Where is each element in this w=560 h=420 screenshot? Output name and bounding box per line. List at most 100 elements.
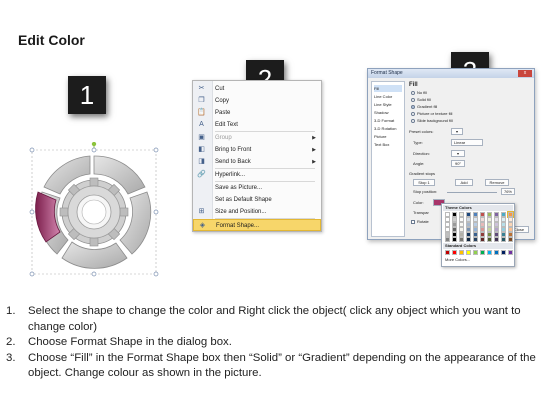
standard-color-swatch[interactable] [473, 250, 478, 255]
submenu-arrow-icon: ▶ [312, 147, 316, 153]
stop-position-input[interactable]: 76% [501, 188, 515, 195]
nav-item-line-style[interactable]: Line Style [374, 101, 402, 108]
rotate-label: Rotate [417, 219, 429, 224]
menu-item-label: Cut [215, 86, 225, 92]
menu-item-format-shape[interactable]: ◈ Format Shape... [193, 219, 321, 231]
fill-option-label: No fill [417, 90, 428, 95]
theme-color-swatch[interactable] [452, 237, 457, 242]
transparency-label: Transpar [413, 210, 429, 215]
theme-color-swatch[interactable] [487, 237, 492, 242]
menu-item-set-as-default-shape[interactable]: Set as Default Shape [193, 194, 321, 206]
direction-label: Direction: [413, 151, 430, 156]
preset-colors-label: Preset colors: [409, 129, 434, 134]
dialog-title: Format Shape [368, 69, 534, 78]
menu-item-hyperlink[interactable]: 🔗 Hyperlink... [193, 169, 321, 181]
menu-item-cut[interactable]: ✂ Cut [193, 83, 321, 95]
menu-item-label: Hyperlink... [215, 172, 246, 178]
nav-item-3-d-rotation[interactable]: 3-D Rotation [374, 125, 402, 132]
type-select[interactable]: Linear [451, 139, 483, 146]
fill-heading: Fill [409, 82, 418, 88]
standard-color-swatch[interactable] [452, 250, 457, 255]
direction-dropdown[interactable]: ▾ [451, 150, 465, 157]
menu-item-label: Copy [215, 98, 230, 104]
angle-label: Angle: [413, 161, 425, 166]
type-label: Type: [413, 140, 423, 145]
fill-option-label: Solid fill [417, 97, 431, 102]
edit-text-icon: A [199, 121, 204, 128]
more-colors-link[interactable]: More Colors... [445, 257, 470, 263]
instruction-number: 3. [6, 351, 16, 364]
add-stop-button[interactable]: Add [455, 179, 473, 186]
fill-option-radio[interactable] [411, 98, 415, 102]
theme-color-swatch[interactable] [501, 237, 506, 242]
nav-item-picture[interactable]: Picture [374, 133, 402, 140]
standard-color-swatch[interactable] [501, 250, 506, 255]
menu-item-label: Paste [215, 110, 231, 116]
menu-item-bring-to-front[interactable]: ◧ Bring to Front ▶ [193, 144, 321, 156]
step-1-badge: 1 [68, 76, 106, 114]
remove-stop-button[interactable]: Remove [485, 179, 509, 186]
theme-colors-label: Theme Colors [443, 205, 513, 211]
instruction-text: Choose Format Shape in the dialog box. [28, 336, 232, 348]
standard-color-swatch[interactable] [466, 250, 471, 255]
menu-item-label: Bring to Front [215, 147, 252, 153]
gear-cycle-shape[interactable] [24, 142, 164, 282]
standard-color-swatch[interactable] [480, 250, 485, 255]
menu-item-copy[interactable]: ❐ Copy [193, 95, 321, 107]
standard-color-swatch[interactable] [445, 250, 450, 255]
nav-item-shadow[interactable]: Shadow [374, 109, 402, 116]
nav-item-text-box[interactable]: Text Box [374, 141, 402, 148]
menu-item-label: Edit Text [215, 122, 238, 128]
theme-color-swatch[interactable] [473, 237, 478, 242]
standard-color-swatch[interactable] [487, 250, 492, 255]
menu-item-label: Save as Picture... [215, 185, 263, 191]
context-menu: ✂ Cut ❐ Copy 📋 Paste A Edit Text ▣ Group ▶ ◧ Bring t… [192, 80, 322, 232]
rotation-handle[interactable] [91, 142, 97, 147]
menu-item-label: Size and Position... [215, 209, 267, 215]
rotate-checkbox[interactable] [411, 220, 415, 224]
fill-option-radio[interactable] [411, 105, 415, 109]
hyperlink-icon: 🔗 [197, 171, 206, 178]
menu-item-send-to-back[interactable]: ◨ Send to Back ▶ [193, 156, 321, 168]
menu-item-paste[interactable]: 📋 Paste [193, 107, 321, 119]
theme-color-swatch[interactable] [459, 237, 464, 242]
color-label: Color: [413, 200, 424, 205]
standard-color-swatch[interactable] [508, 250, 513, 255]
fill-option-radio[interactable] [411, 91, 415, 95]
stop-select[interactable]: Stop 1 [413, 179, 435, 186]
theme-color-swatch[interactable] [466, 237, 471, 242]
center-gear [59, 177, 129, 247]
group-icon: ▣ [198, 134, 205, 141]
menu-item-save-as-picture[interactable]: Save as Picture... [193, 182, 321, 194]
instruction-item: 3. Choose “Fill” in the Format Shape box… [6, 351, 551, 382]
stop-position-label: Stop position: [413, 189, 438, 194]
standard-colors-label: Standard Colors [443, 243, 513, 249]
menu-item-label: Set as Default Shape [215, 197, 272, 203]
theme-color-swatch[interactable] [480, 237, 485, 242]
menu-item-size-and-position[interactable]: ⊞ Size and Position... [193, 206, 321, 218]
theme-color-swatch[interactable] [445, 237, 450, 242]
page-title: Edit Color [18, 32, 85, 48]
standard-color-swatch[interactable] [459, 250, 464, 255]
preset-colors-dropdown[interactable]: ▾ [451, 128, 463, 135]
submenu-arrow-icon: ▶ [312, 159, 316, 165]
instruction-item: 1. Select the shape to change the color … [6, 304, 551, 335]
nav-item-fill[interactable]: Fill [374, 85, 402, 92]
angle-input[interactable]: 90° [451, 160, 465, 167]
fill-option-radio[interactable] [411, 119, 415, 123]
theme-color-swatch[interactable] [508, 237, 513, 242]
fill-option-label: Slide background fill [417, 118, 453, 123]
nav-item-line-color[interactable]: Line Color [374, 93, 402, 100]
theme-color-swatch[interactable] [494, 237, 499, 242]
stop-position-slider[interactable] [447, 192, 497, 193]
nav-item-3-d-format[interactable]: 3-D Format [374, 117, 402, 124]
format-shape-icon: ◈ [199, 222, 206, 229]
gradient-stops-label: Gradient stops [409, 171, 436, 176]
standard-color-swatch[interactable] [494, 250, 499, 255]
color-palette-popup: Theme Colors Standard Colors More Colors… [441, 203, 515, 267]
dialog-close-button[interactable]: x [518, 70, 532, 77]
fill-option-radio[interactable] [411, 112, 415, 116]
menu-item-edit-text[interactable]: A Edit Text [193, 119, 321, 131]
menu-item-group: ▣ Group ▶ [193, 132, 321, 144]
paste-icon: 📋 [197, 109, 206, 116]
